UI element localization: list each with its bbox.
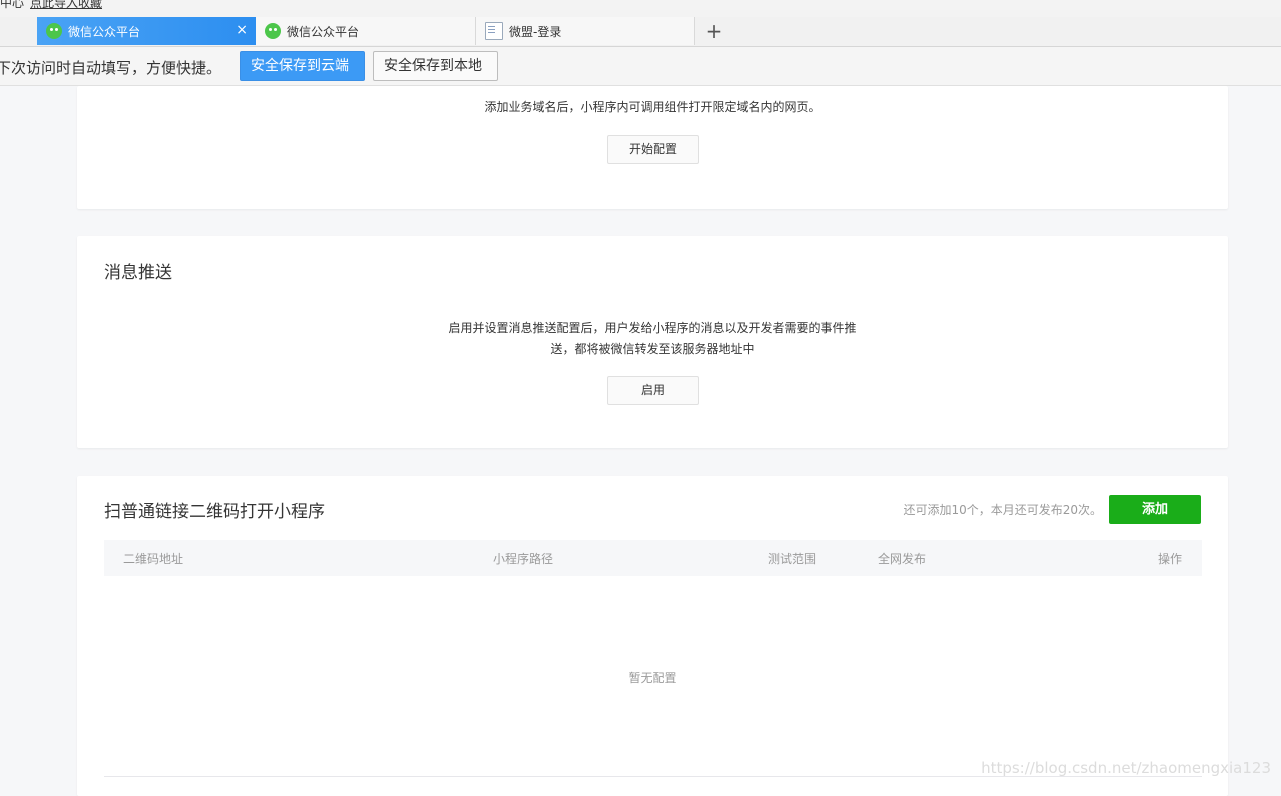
import-bookmarks-link[interactable]: 点此导入收藏 [30,0,102,11]
qrcode-link-card: 扫普通链接二维码打开小程序 还可添加10个，本月还可发布20次。 添加 二维码地… [77,476,1228,796]
start-config-button[interactable]: 开始配置 [607,135,699,164]
column-qrcode-url: 二维码地址 [123,552,184,566]
watermark: https://blog.csdn.net/zhaomengxia123 [981,759,1271,777]
business-domain-description: 添加业务域名后，小程序内可调用组件打开限定域名内的网页。 [484,100,821,114]
empty-state-text: 暂无配置 [628,671,677,685]
add-button[interactable]: 添加 [1109,495,1201,524]
tab-label: 微盟-登录 [509,24,562,39]
wechat-icon [46,23,62,39]
enable-button[interactable]: 启用 [607,376,699,405]
tab-wechat-platform[interactable]: 微信公众平台 [256,17,476,45]
column-global-release: 全网发布 [878,552,927,566]
business-domain-card: 添加业务域名后，小程序内可调用组件打开限定域名内的网页。 开始配置 [77,86,1228,209]
tab-label: 微信公众平台 [287,24,360,39]
close-icon[interactable]: × [236,22,248,38]
message-push-description-line1: 启用并设置消息推送配置后，用户发给小程序的消息以及开发者需要的事件推 [448,321,857,335]
bookmark-text: 中心 [0,0,25,10]
tab-wechat-platform-active[interactable]: 微信公众平台 × [37,17,256,45]
table-header: 二维码地址 小程序路径 测试范围 全网发布 操作 [104,540,1202,576]
browser-tab-bar: 微信公众平台 × 微信公众平台 微盟-登录 + [0,17,1281,47]
password-save-prompt: 下次访问时自动填写，方便快捷。 [0,59,222,77]
page-icon [485,22,503,40]
password-save-bar: 下次访问时自动填写，方便快捷。 安全保存到云端 安全保存到本地 [0,47,1281,86]
quota-text: 还可添加10个，本月还可发布20次。 [903,503,1102,517]
tab-weimob-login[interactable]: 微盟-登录 [476,17,695,45]
column-actions: 操作 [1158,552,1183,566]
qrcode-section-title: 扫普通链接二维码打开小程序 [104,502,325,522]
new-tab-button[interactable]: + [703,17,725,45]
column-miniprogram-path: 小程序路径 [493,552,554,566]
message-push-description-line2: 送，都将被微信转发至该服务器地址中 [550,342,755,356]
save-to-cloud-button[interactable]: 安全保存到云端 [240,51,365,81]
message-push-card: 消息推送 启用并设置消息推送配置后，用户发给小程序的消息以及开发者需要的事件推 … [77,236,1228,448]
tab-label: 微信公众平台 [68,24,141,39]
message-push-title: 消息推送 [104,263,172,283]
save-to-local-button[interactable]: 安全保存到本地 [373,51,498,81]
bookmark-bar: 中心 点此导入收藏 [0,0,1281,17]
column-test-scope: 测试范围 [768,552,817,566]
wechat-icon [265,23,281,39]
